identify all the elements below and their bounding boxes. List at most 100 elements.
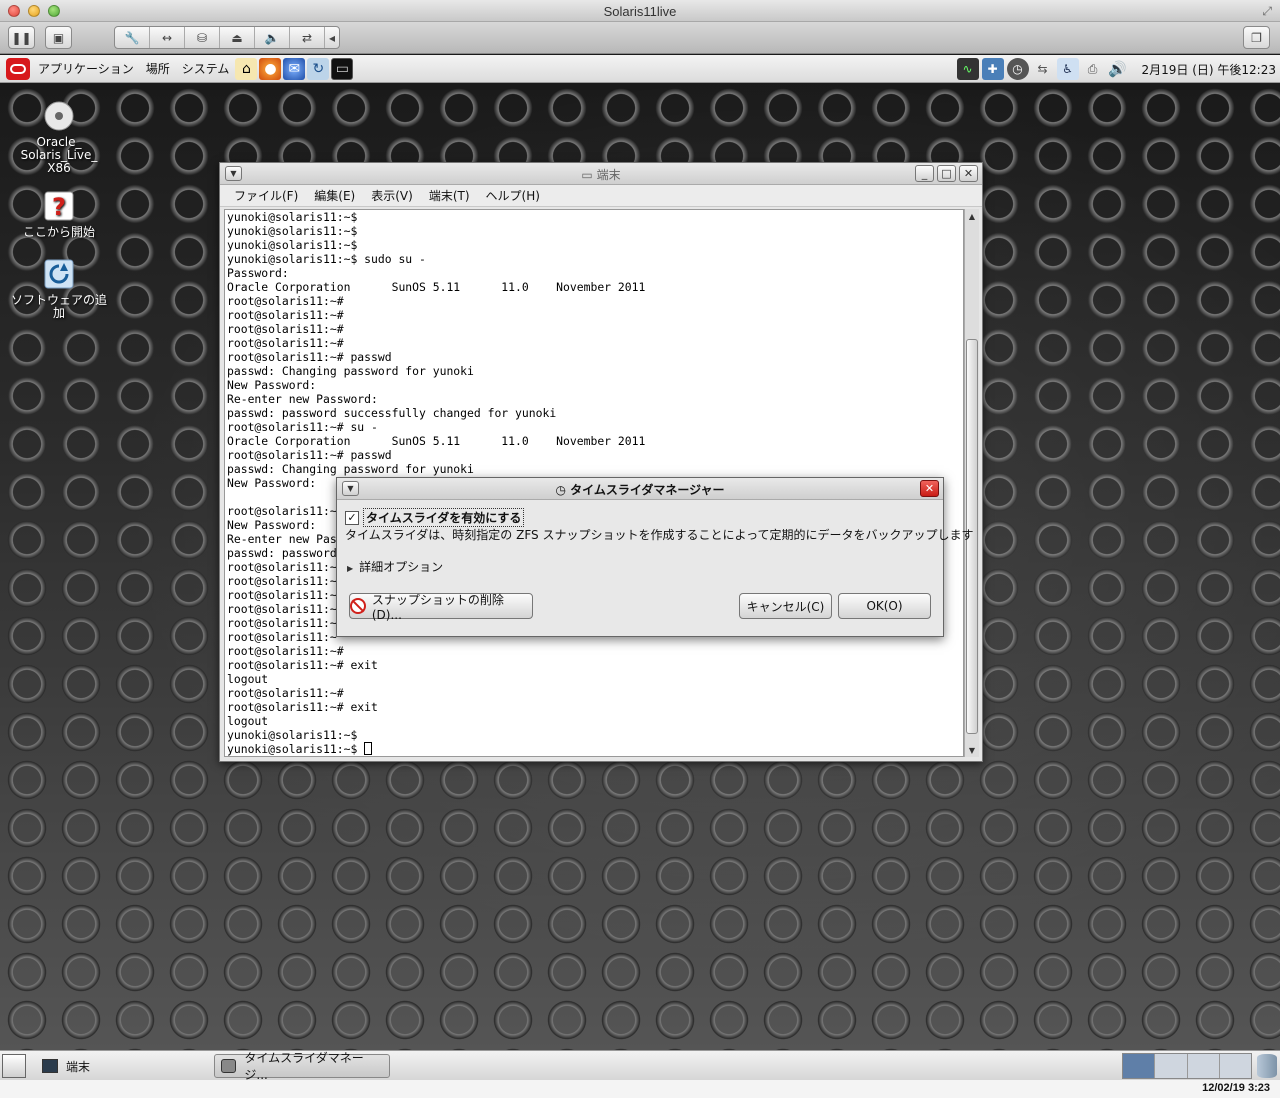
terminal-line: yunoki@solaris11:~$ (227, 238, 358, 252)
wrench-icon[interactable]: 🔧 (115, 27, 150, 48)
printer-icon[interactable]: ⎙ (1082, 58, 1104, 80)
trash-icon[interactable] (1257, 1054, 1277, 1078)
scroll-down-icon[interactable]: ▼ (965, 743, 979, 757)
workspace-1[interactable] (1123, 1054, 1156, 1078)
terminal-line: root@solaris11:~# (227, 294, 344, 308)
ok-button[interactable]: OK(O) (838, 593, 931, 619)
dialog-title-text: タイムスライダマネージャー (570, 483, 725, 497)
host-status-strip: 12/02/19 3:23 (0, 1080, 1280, 1098)
terminal-line: yunoki@solaris11:~$ sudo su - (227, 252, 426, 266)
fullscreen-icon[interactable]: ⤢ (1262, 4, 1272, 19)
package-update-icon[interactable]: ✚ (981, 58, 1004, 80)
menu-applications[interactable]: アプリケーション (38, 60, 134, 77)
volume-icon[interactable]: 🔊 (1107, 58, 1129, 80)
scroll-up-icon[interactable]: ▲ (965, 209, 979, 223)
desktop-icon-add-software[interactable]: ソフトウェアの追加 (9, 258, 109, 320)
network-icon[interactable]: ⇆ (1032, 58, 1054, 80)
help-question-icon: ? (43, 190, 75, 222)
workspace-3[interactable] (1187, 1054, 1220, 1078)
terminal-line: root@solaris11:~# exit (227, 658, 378, 672)
thunderbird-icon[interactable]: ✉ (283, 57, 306, 80)
sound-icon[interactable]: 🔈 (255, 27, 290, 48)
desktop-icon-start-here[interactable]: ? ここから開始 (9, 190, 109, 239)
panel-clock[interactable]: 2月19日 (日) 午後12:23 (1142, 61, 1276, 78)
desktop-icon-label: ここから開始 (22, 225, 95, 239)
terminal-line: Oracle Corporation SunOS 5.11 11.0 Novem… (227, 434, 646, 448)
taskbar-item-label: 端末 (66, 1059, 91, 1074)
terminal-line: yunoki@solaris11:~$ (227, 224, 358, 238)
dialog-title: ◷ タイムスライダマネージャー (337, 481, 943, 498)
cancel-button[interactable]: キャンセル(C) (739, 593, 832, 619)
workspace-switcher (1122, 1053, 1252, 1079)
vm-device-group: 🔧 ↔ ⛁ ⏏ 🔈 ⇄ ◂ (114, 26, 340, 49)
desktop-icon-live-dvd[interactable]: Oracle_ Solaris_Live_ X86 (9, 100, 109, 175)
terminal-title-text: 端末 (596, 168, 621, 182)
pause-button[interactable]: ❚❚ (8, 26, 35, 49)
terminal-line: logout (227, 672, 269, 686)
terminal-line: root@solaris11:~# exit (227, 700, 378, 714)
terminal-launcher-icon[interactable]: ▭ (331, 57, 354, 80)
workspace-4[interactable] (1219, 1054, 1251, 1078)
host-titlebar: Solaris11live ⤢ (0, 0, 1280, 22)
desktop-icon-label: ソフトウェアの追加 (10, 293, 107, 320)
terminal-scrollbar[interactable]: ▲ ▼ (964, 209, 979, 757)
host-window-title: Solaris11live (603, 4, 677, 19)
share-icon[interactable]: ⇄ (290, 27, 325, 48)
enable-time-slider-checkbox[interactable]: ✓ タイムスライダを有効にする (345, 508, 525, 527)
terminal-line: root@solaris11:~# (227, 336, 344, 350)
advanced-options-label: 詳細オプション (359, 560, 444, 574)
menu-help[interactable]: ヘルプ(H) (486, 187, 540, 204)
delete-snapshots-button[interactable]: スナップショットの削除(D)... (349, 593, 533, 622)
oracle-logo-icon[interactable] (6, 57, 30, 80)
firefox-icon[interactable]: ● (259, 57, 282, 80)
accessibility-icon[interactable]: ♿ (1056, 58, 1079, 80)
menu-view[interactable]: 表示(V) (371, 187, 413, 204)
close-button[interactable]: ✕ (959, 165, 978, 182)
terminal-line: Oracle Corporation SunOS 5.11 11.0 Novem… (227, 280, 646, 294)
bottom-panel: 端末 タイムスライダマネージ... (0, 1050, 1280, 1082)
time-slider-clock-icon[interactable]: ◷ (1006, 58, 1029, 80)
disk-icon[interactable]: ⛁ (185, 27, 220, 48)
taskbar-item-time-slider[interactable]: タイムスライダマネージ... (214, 1051, 390, 1082)
cancel-label: キャンセル(C) (746, 599, 825, 614)
time-slider-dialog: ▼ ◷ タイムスライダマネージャー ✕ ✓ タイムスライダを有効にする タイムス… (336, 477, 973, 637)
system-monitor-icon[interactable]: ∿ (956, 58, 979, 80)
terminal-line: root@solaris11:~# (227, 308, 344, 322)
taskbar-item-terminal[interactable]: 端末 (36, 1054, 90, 1078)
enable-time-slider-label[interactable]: タイムスライダを有効にする (363, 508, 525, 527)
terminal-line: root@solaris11:~# (227, 686, 344, 700)
home-folder-icon[interactable]: ⌂ (235, 57, 258, 80)
system-tray: ∿ ✚ ◷ ⇆ ♿ ⎙ 🔊 2月19日 (日) 午後12:23 (956, 55, 1280, 83)
advanced-options-expander[interactable]: ▶ 詳細オプション (347, 558, 443, 575)
dialog-description: タイムスライダは、時刻指定の ZFS スナップショットを作成することによって定期… (345, 528, 974, 542)
terminal-line: yunoki@solaris11:~$ (227, 742, 963, 756)
show-desktop-icon[interactable] (2, 1054, 26, 1078)
ok-label: OK(O) (866, 599, 903, 613)
usb-icon[interactable]: ⏏ (220, 27, 255, 48)
host-clock: 12/02/19 3:23 (1202, 1082, 1270, 1094)
workspace-2[interactable] (1155, 1054, 1188, 1078)
menu-file[interactable]: ファイル(F) (234, 187, 298, 204)
menu-edit[interactable]: 編集(E) (314, 187, 355, 204)
checkbox-checked-icon[interactable]: ✓ (345, 510, 359, 525)
window-mode-button[interactable]: ❐ (1243, 26, 1270, 49)
add-software-icon (43, 258, 75, 290)
network-arrows-icon[interactable]: ↔ (150, 27, 185, 48)
menu-system[interactable]: システム (182, 60, 230, 77)
terminal-line: passwd: Changing password for yunoki (227, 364, 474, 378)
terminal-menubar: ファイル(F) 編集(E) 表示(V) 端末(T) ヘルプ(H) (220, 185, 982, 207)
collapse-arrow-icon[interactable]: ◂ (325, 27, 339, 48)
vm-toolbar: ❚❚ ▣ 🔧 ↔ ⛁ ⏏ 🔈 ⇄ ◂ ❐ (0, 22, 1280, 54)
minimize-button[interactable]: _ (915, 165, 934, 182)
desktop-icon-label: Oracle_ Solaris_Live_ X86 (20, 135, 98, 175)
terminal-titlebar[interactable]: ▼ ▭ 端末 _ □ ✕ (220, 163, 982, 185)
snapshot-button[interactable]: ▣ (45, 26, 72, 49)
svg-text:?: ? (52, 193, 66, 221)
dialog-titlebar[interactable]: ▼ ◷ タイムスライダマネージャー ✕ (337, 478, 943, 500)
update-manager-icon[interactable]: ↻ (307, 57, 330, 80)
menu-places[interactable]: 場所 (146, 60, 170, 77)
terminal-line: New Password: (227, 378, 317, 392)
menu-terminal[interactable]: 端末(T) (429, 187, 470, 204)
dialog-close-button[interactable]: ✕ (920, 480, 939, 497)
maximize-button[interactable]: □ (937, 165, 956, 182)
